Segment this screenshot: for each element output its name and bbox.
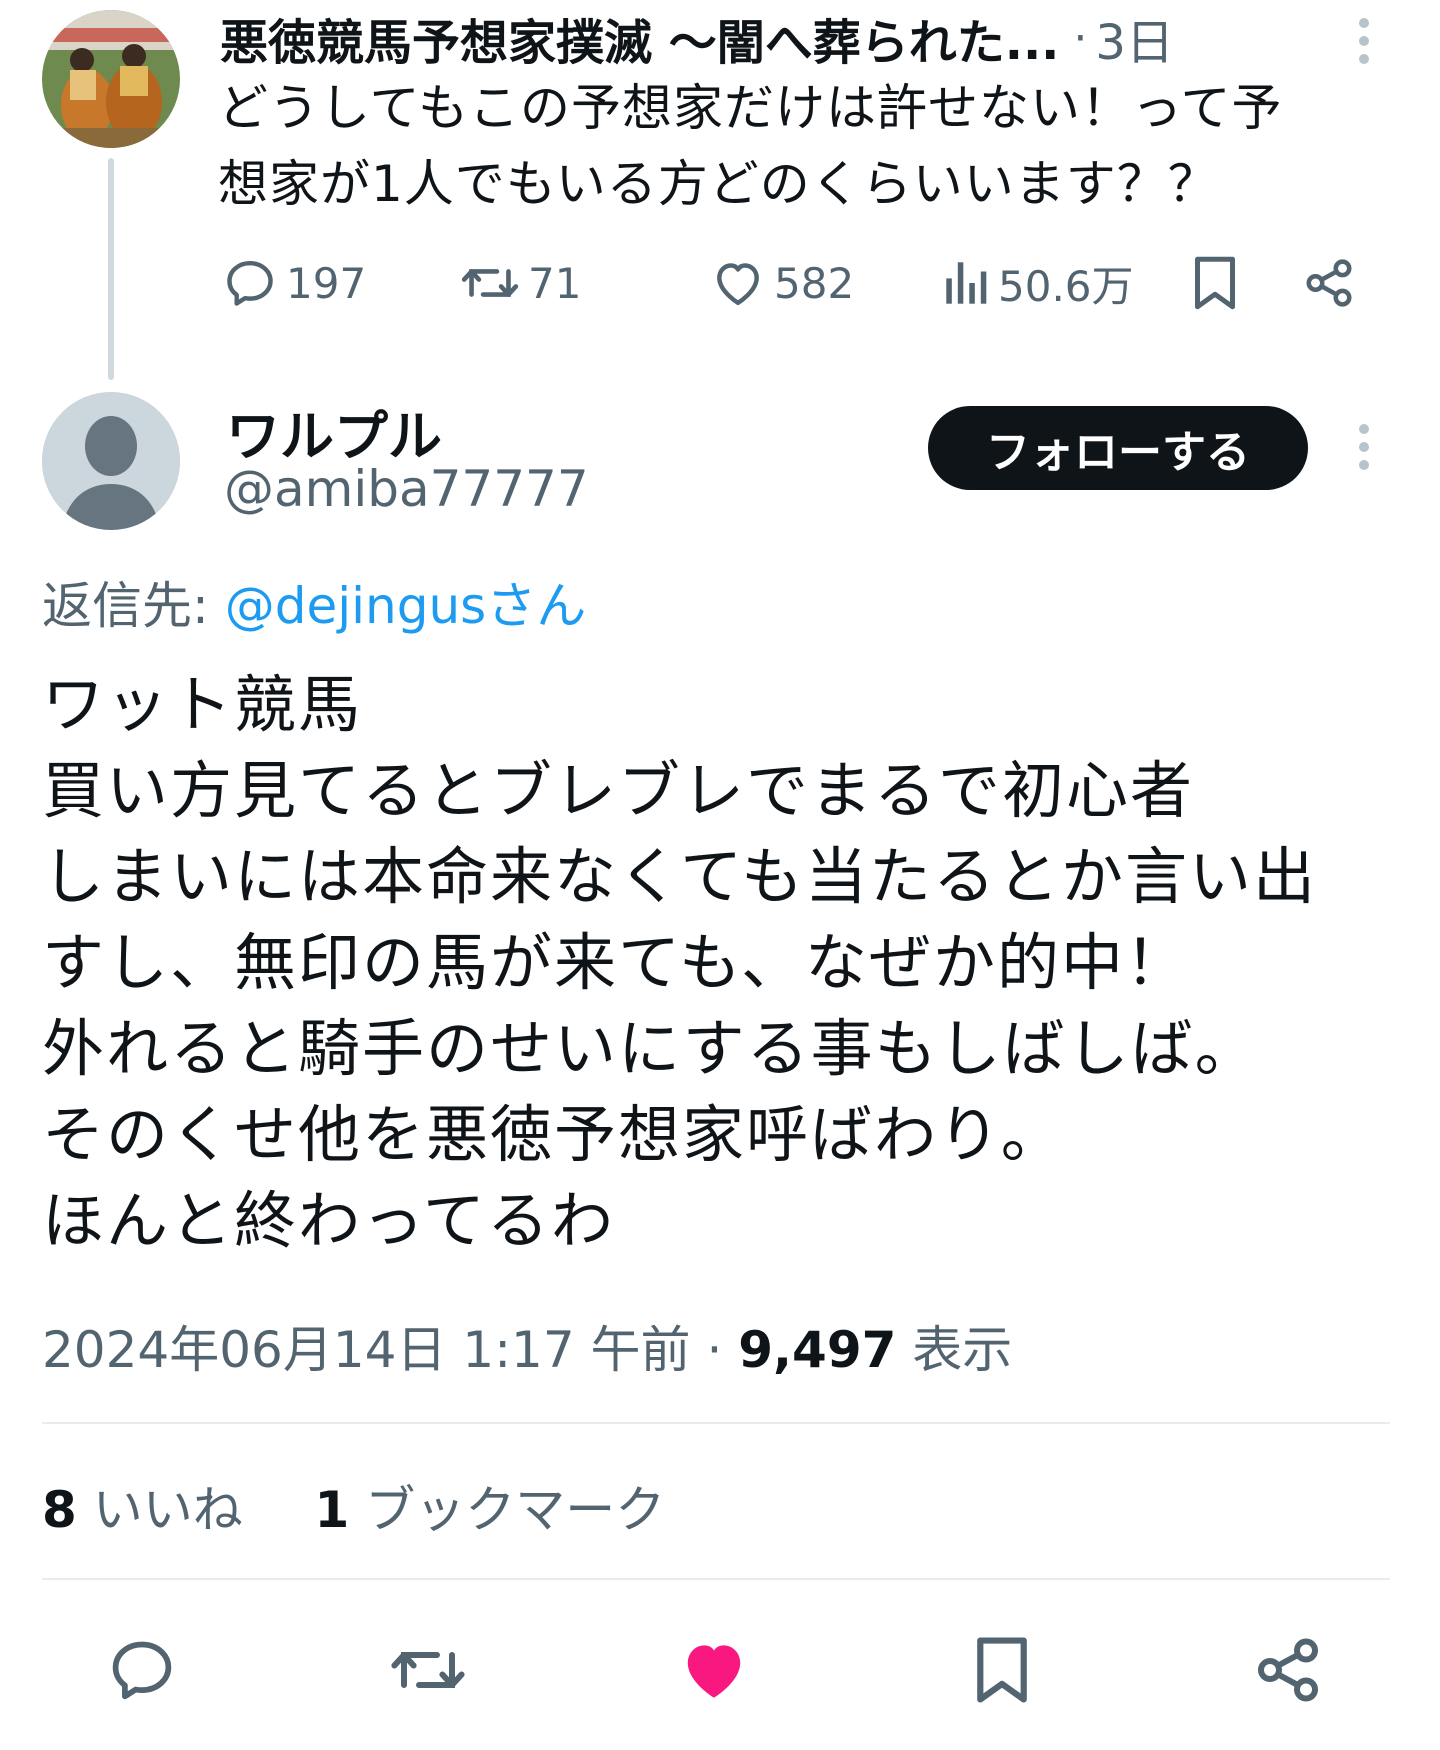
retweet-button[interactable] xyxy=(378,1620,478,1720)
reply-to-line: 返信先: @dejingusさん xyxy=(42,566,586,638)
default-avatar-icon xyxy=(42,392,180,530)
divider xyxy=(42,1422,1390,1424)
parent-view-count: 50.6万 xyxy=(998,261,1134,311)
parent-reply-button[interactable]: 197 xyxy=(222,248,366,318)
tweet-body-line: しまいには本命来なくても当たるとか言い出 xyxy=(42,840,1318,913)
parent-avatar-image xyxy=(42,10,180,148)
bookmark-icon xyxy=(1195,256,1235,310)
avatar[interactable] xyxy=(42,392,180,530)
tweet-body-line: すし、無印の馬が来ても、なぜか的中！ xyxy=(42,926,1190,999)
heart-icon xyxy=(717,263,759,306)
timestamp-row: 2024年06月14日 1:17 午前 · 9,497 表示 xyxy=(42,1310,1012,1382)
parent-reply-count: 197 xyxy=(286,258,367,308)
tweet-timestamp[interactable]: 2024年06月14日 1:17 午前 xyxy=(42,1321,691,1379)
likes-stat[interactable]: 8 いいね xyxy=(42,1481,243,1539)
speech-bubble-icon xyxy=(227,260,273,306)
share-button[interactable] xyxy=(1238,1620,1338,1720)
parent-tweet-line: 想家が1人でもいる方どのくらいいます？？ xyxy=(218,155,1219,213)
tweet-body: ワット競馬 買い方見てるとブレブレでまるで初心者 しまいには本命来なくても当たる… xyxy=(42,662,1422,1264)
parent-share-button[interactable] xyxy=(1302,248,1356,318)
follow-button[interactable]: フォローする xyxy=(928,406,1308,490)
bookmarks-stat[interactable]: 1 ブックマーク xyxy=(315,1481,666,1539)
parent-tweet-time[interactable]: 3日 xyxy=(1095,3,1174,73)
divider xyxy=(42,1578,1390,1580)
parent-tweet-text: どうしてもこの予想家だけは許せない！って予 想家が1人でもいる方どのくらいいます… xyxy=(218,70,1418,222)
reply-button[interactable] xyxy=(92,1620,192,1720)
more-options-icon[interactable] xyxy=(1358,424,1370,470)
parent-bookmark-button[interactable] xyxy=(1190,248,1240,318)
parent-retweet-count: 71 xyxy=(528,258,582,308)
bar-chart-icon xyxy=(946,262,987,304)
parent-tweet-header: 悪徳競馬予想家撲滅 〜闇へ葬られた... · 3日 xyxy=(220,4,1400,72)
tweet-body-line: 外れると騎手のせいにする事もしばしば。 xyxy=(42,1012,1259,1085)
retweet-arrows-icon xyxy=(461,269,519,297)
parent-avatar[interactable] xyxy=(42,10,180,148)
likes-label: いいね xyxy=(76,1481,243,1539)
parent-views-button[interactable]: 50.6万 xyxy=(944,248,1134,318)
likes-count: 8 xyxy=(42,1481,77,1539)
tweet-body-line: 買い方見てるとブレブレでまるで初心者 xyxy=(42,754,1195,827)
parent-retweet-button[interactable]: 71 xyxy=(460,248,581,318)
parent-like-count: 582 xyxy=(774,258,855,308)
parent-author-name[interactable]: 悪徳競馬予想家撲滅 〜闇へ葬られた... xyxy=(220,3,1059,73)
reply-to-mention-link[interactable]: @dejingusさん xyxy=(225,577,586,635)
reply-to-prefix: 返信先: xyxy=(42,577,225,635)
parent-like-button[interactable]: 582 xyxy=(710,248,854,318)
speech-bubble-icon xyxy=(112,1641,172,1700)
tweet-body-line: ワット競馬 xyxy=(42,668,363,741)
tweet-detail-page: 悪徳競馬予想家撲滅 〜闇へ葬られた... · 3日 どうしてもこの予想家だけは許… xyxy=(0,0,1440,1750)
parent-tweet-line: どうしてもこの予想家だけは許せない！って予 xyxy=(218,79,1283,137)
tweet-body-line: ほんと終わってるわ xyxy=(42,1184,615,1257)
heart-filled-icon xyxy=(687,1645,741,1698)
bookmarks-label: ブックマーク xyxy=(349,1481,666,1539)
parent-actions-row: 197 71 582 50.6万 xyxy=(0,248,1440,318)
bookmark-icon xyxy=(977,1637,1027,1703)
view-count: 9,497 xyxy=(738,1321,897,1379)
like-button[interactable] xyxy=(664,1620,764,1720)
share-nodes-icon xyxy=(1258,1638,1318,1702)
tweet-action-bar xyxy=(0,1620,1440,1720)
timestamp-separator: · xyxy=(690,1321,739,1379)
bookmark-button[interactable] xyxy=(952,1620,1052,1720)
parent-header-separator: · xyxy=(1073,12,1088,64)
retweet-arrows-icon xyxy=(391,1652,465,1688)
tweet-body-line: そのくせ他を悪徳予想家呼ばわり。 xyxy=(42,1098,1065,1171)
parent-more-options-icon[interactable] xyxy=(1358,18,1370,64)
engagement-stats-row: 8 いいね 1 ブックマーク xyxy=(42,1470,665,1542)
user-handle[interactable]: @amiba77777 xyxy=(224,460,589,518)
bookmarks-count: 1 xyxy=(314,1481,350,1539)
share-nodes-icon xyxy=(1306,259,1352,307)
view-label: 表示 xyxy=(896,1321,1013,1379)
